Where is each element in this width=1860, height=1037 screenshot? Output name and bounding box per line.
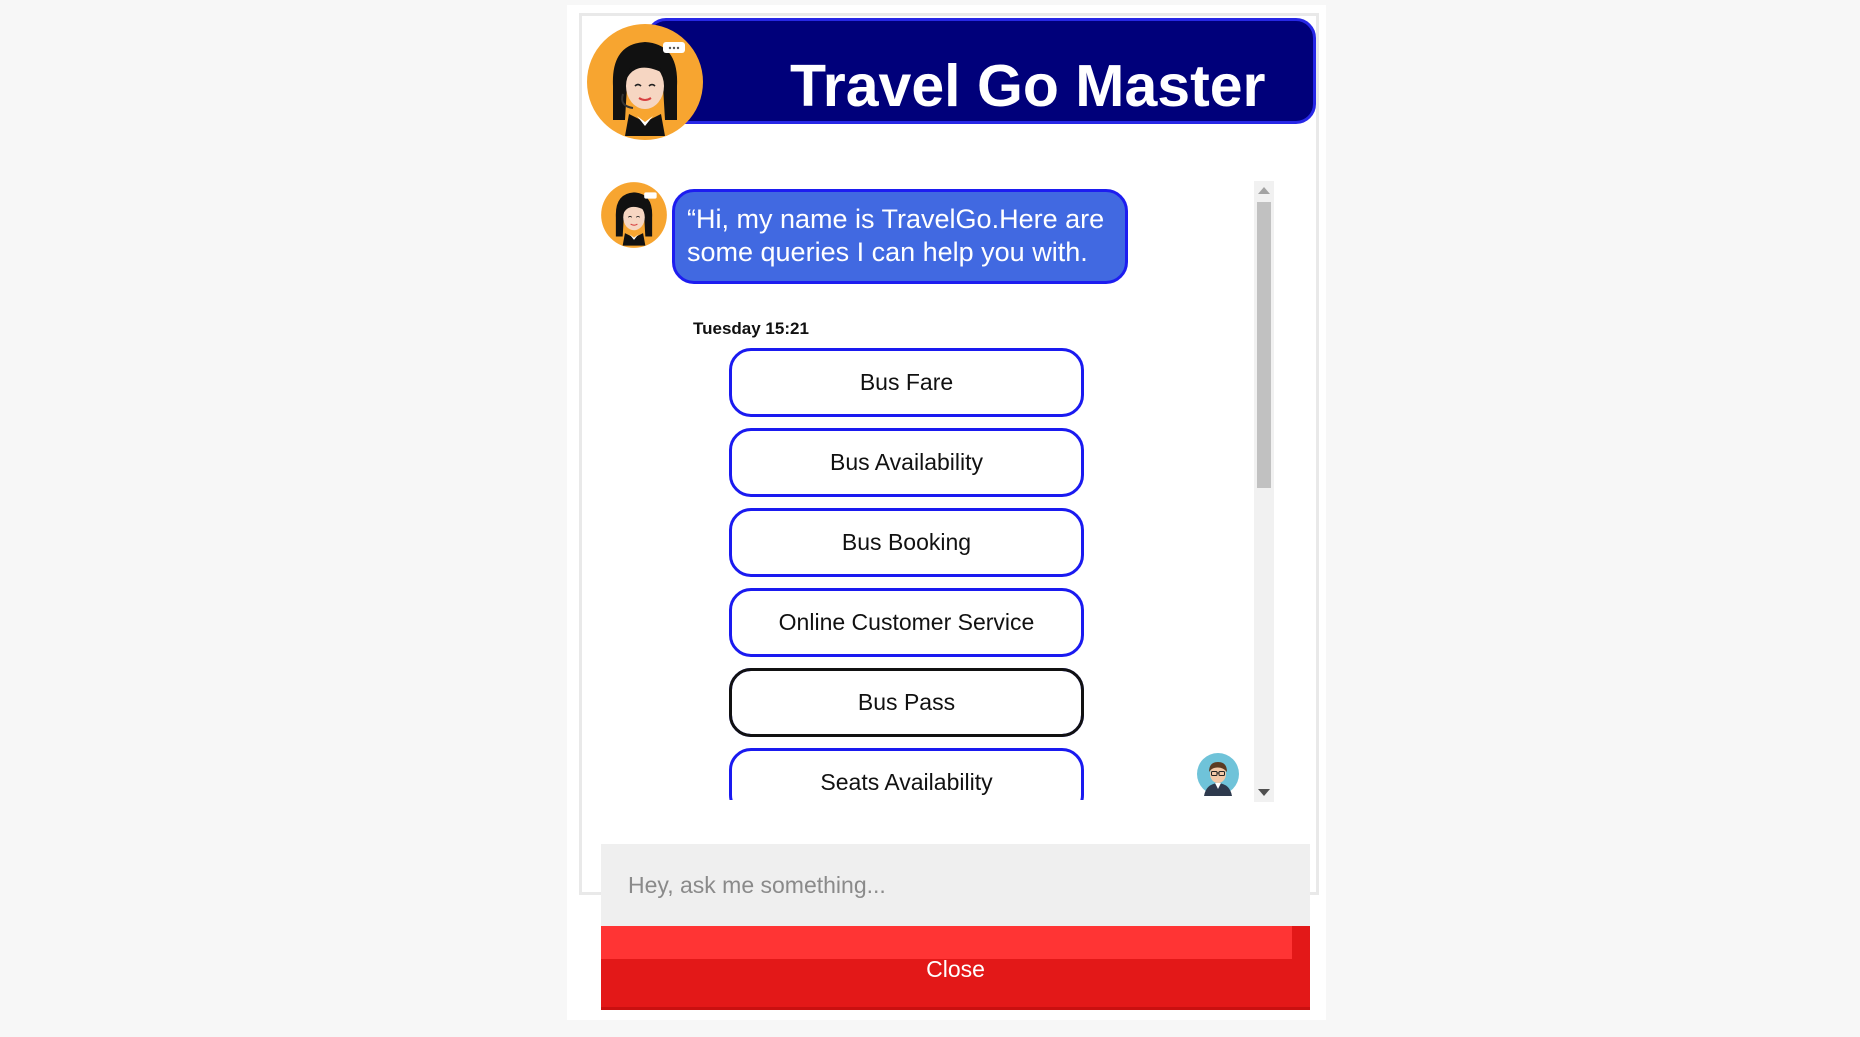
chat-messages[interactable]: “Hi, my name is TravelGo.Here are some q…	[600, 178, 1270, 800]
scrollbar-thumb[interactable]	[1257, 202, 1271, 488]
scroll-down-arrow-icon[interactable]	[1258, 789, 1270, 796]
agent-woman-icon	[587, 24, 703, 140]
option-bus-pass-button[interactable]: Bus Pass	[729, 668, 1084, 737]
user-man-icon	[1197, 753, 1239, 796]
close-button-label: Close	[926, 956, 985, 982]
message-input[interactable]	[601, 844, 1310, 926]
scroll-up-arrow-icon[interactable]	[1258, 187, 1270, 194]
option-seats-availability-button[interactable]: Seats Availability	[729, 748, 1084, 800]
option-bus-booking-button[interactable]: Bus Booking	[729, 508, 1084, 577]
message-timestamp: Tuesday 15:21	[693, 319, 809, 338]
message-input-bar	[601, 844, 1310, 926]
chat-scrollbar[interactable]	[1254, 181, 1274, 802]
close-button[interactable]: Close	[601, 926, 1310, 1010]
bot-message-bubble: “Hi, my name is TravelGo.Here are some q…	[672, 189, 1128, 284]
option-online-customer-service-button[interactable]: Online Customer Service	[729, 588, 1084, 657]
header-title: Travel Go Master	[790, 53, 1266, 119]
agent-woman-icon	[601, 182, 667, 248]
header-bar: Travel Go Master	[646, 18, 1316, 124]
option-bus-fare-button[interactable]: Bus Fare	[729, 348, 1084, 417]
option-bus-availability-button[interactable]: Bus Availability	[729, 428, 1084, 497]
quick-reply-options: Bus Fare Bus Availability Bus Booking On…	[729, 348, 1084, 800]
